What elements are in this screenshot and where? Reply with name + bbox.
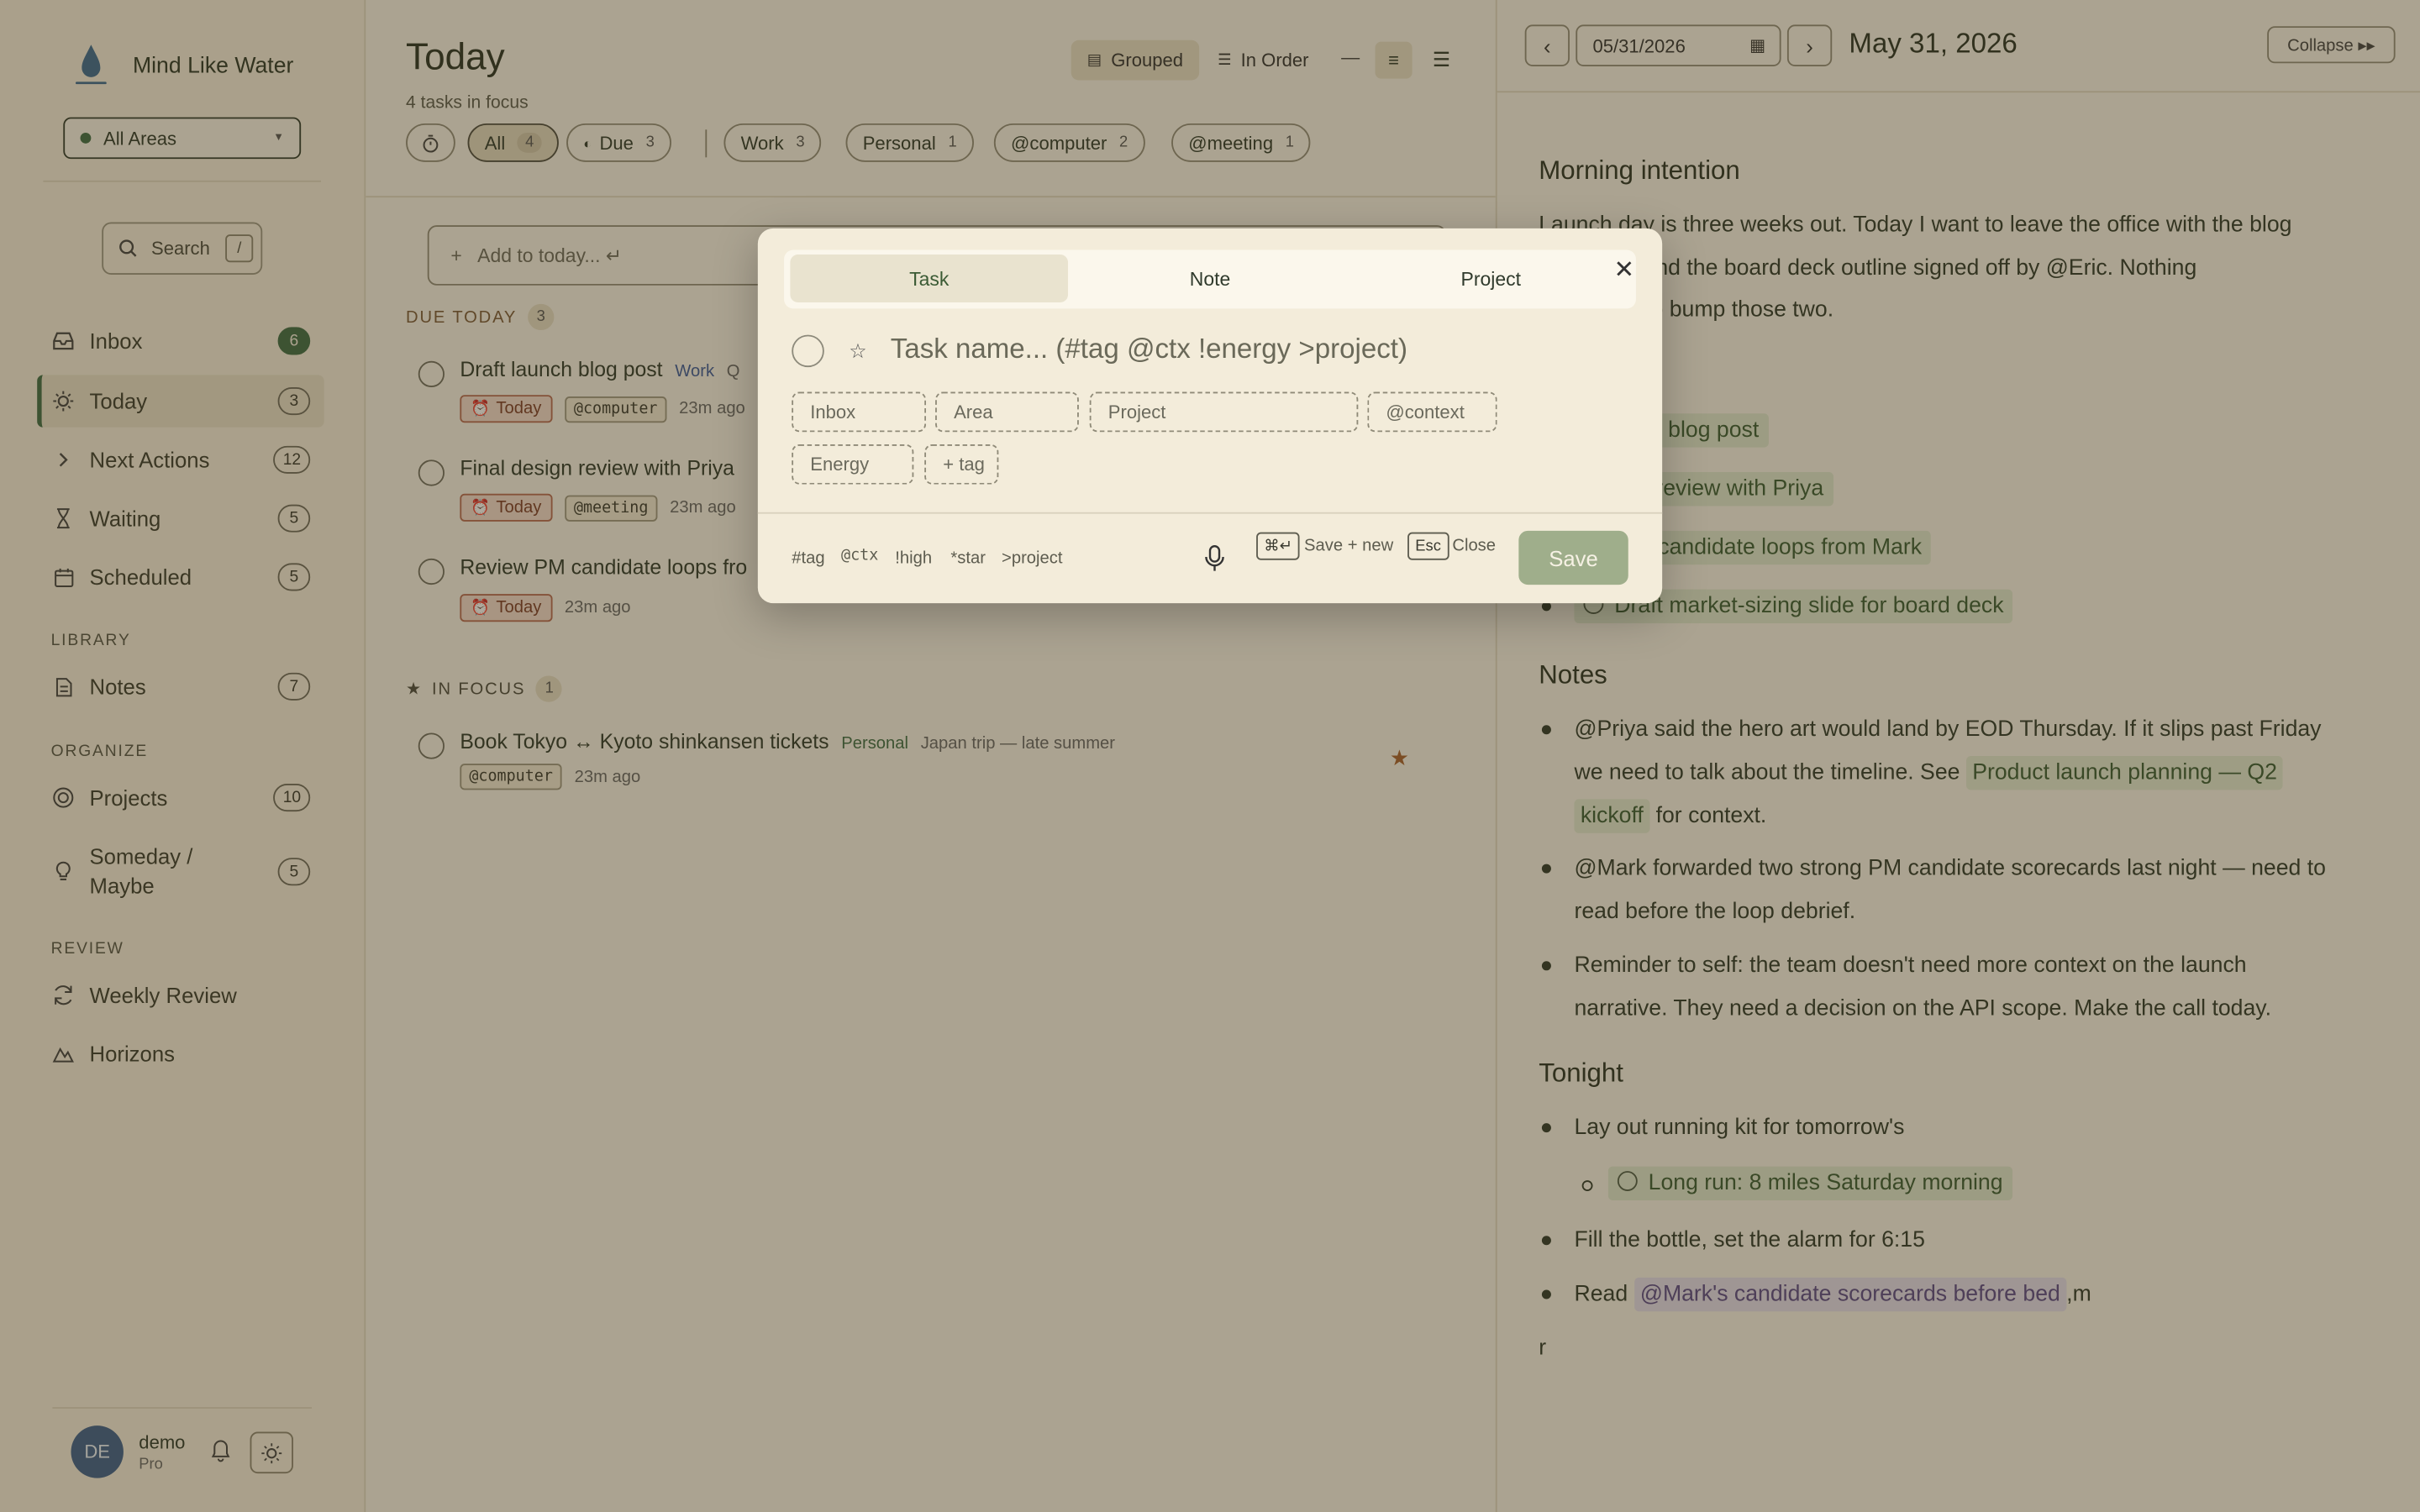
close-icon[interactable]: ✕ xyxy=(1613,255,1634,286)
save-new-shortcut: ⌘↵ xyxy=(1256,532,1301,560)
energy-field[interactable]: Energy xyxy=(792,444,914,485)
close-shortcut: Esc xyxy=(1407,532,1449,560)
save-new-label: Save + new xyxy=(1304,537,1394,556)
close-label: Close xyxy=(1452,537,1497,556)
add-tag-button[interactable]: + tag xyxy=(924,444,999,485)
microphone-icon[interactable] xyxy=(1204,544,1226,572)
context-field[interactable]: @context xyxy=(1367,391,1497,433)
tab-project[interactable]: Project xyxy=(1352,255,1630,302)
quick-add-tabs: Task Note Project xyxy=(784,249,1636,309)
syntax-hint: @ctx xyxy=(841,548,879,565)
tab-task[interactable]: Task xyxy=(790,255,1069,302)
tab-note[interactable]: Note xyxy=(1071,255,1349,302)
task-checkbox[interactable] xyxy=(792,334,824,368)
task-name-input[interactable]: Task name... (#tag @ctx !energy >project… xyxy=(891,333,1407,366)
syntax-hint: *star xyxy=(950,549,986,568)
syntax-hint: >project xyxy=(1002,549,1063,568)
quick-add-dialog: Task Note Project ✕ ☆ Task name... (#tag… xyxy=(757,228,1663,604)
inbox-field[interactable]: Inbox xyxy=(792,391,927,433)
save-button[interactable]: Save xyxy=(1518,530,1628,585)
modal-backdrop[interactable] xyxy=(0,0,2420,1512)
star-outline-icon[interactable]: ☆ xyxy=(849,339,866,364)
project-field[interactable]: Project xyxy=(1089,391,1359,433)
syntax-hint: !high xyxy=(895,549,933,568)
area-field[interactable]: Area xyxy=(935,391,1079,433)
syntax-hint: #tag xyxy=(792,549,825,568)
dialog-divider xyxy=(757,512,1663,514)
